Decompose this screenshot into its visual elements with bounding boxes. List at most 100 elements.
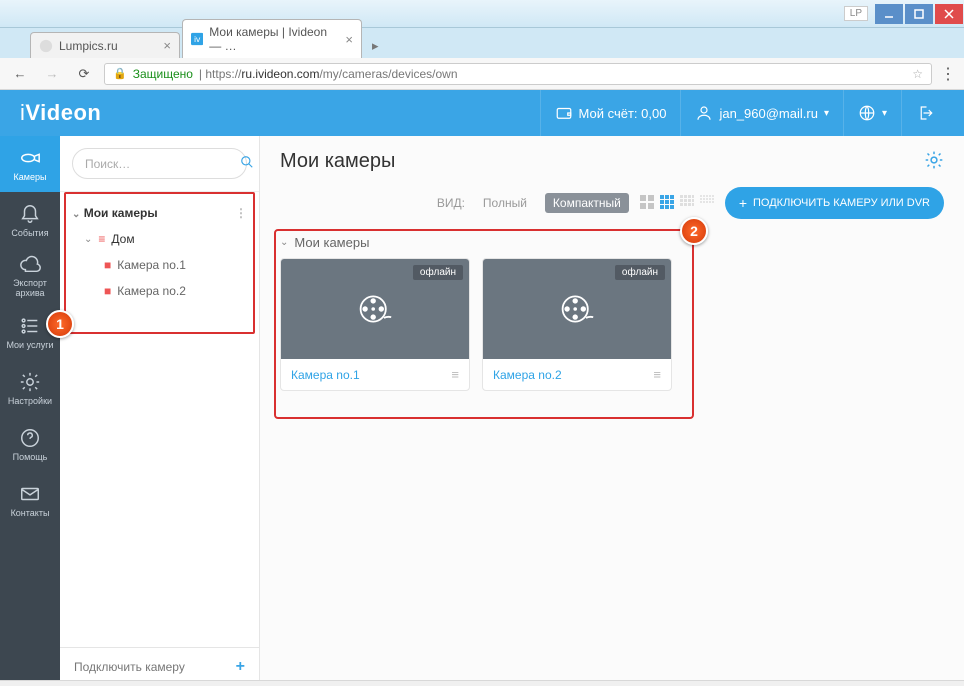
nav-contacts[interactable]: Контакты <box>0 472 60 528</box>
tree-group-label: Дом <box>111 232 134 246</box>
chevron-down-icon: ▾ <box>824 108 829 119</box>
nav-label: Контакты <box>11 508 50 518</box>
window-titlebar: LP <box>0 0 964 28</box>
chevron-down-icon: ⌄ <box>72 209 80 220</box>
view-toolbar: ВИД: Полный Компактный + ПОДКЛЮЧИТЬ КАМЕ… <box>280 187 944 219</box>
logout-icon <box>916 104 934 122</box>
connect-button-label: ПОДКЛЮЧИТЬ КАМЕРУ ИЛИ DVR <box>753 197 930 209</box>
browser-menu-button[interactable]: ⋮ <box>940 64 956 84</box>
search-icon[interactable] <box>240 155 254 172</box>
nav-label: Камеры <box>14 172 47 182</box>
app-header: iVideon Мой счёт: 0,00 jan_960@mail.ru ▾… <box>0 90 964 136</box>
chevron-down-icon: ▾ <box>882 108 887 119</box>
browser-tabbar: Lumpics.ru × iv Мои камеры | Ivideon — …… <box>0 28 964 58</box>
user-email: jan_960@mail.ru <box>719 106 817 121</box>
nav-export[interactable]: Экспорт архива <box>0 248 60 304</box>
page-settings-button[interactable] <box>924 150 944 173</box>
nav-label: Настройки <box>8 396 52 406</box>
annotation-marker-2: 2 <box>680 217 708 245</box>
nav-help[interactable]: Помощь <box>0 416 60 472</box>
camera-card[interactable]: офлайн Камера no.1 ≡ <box>280 258 470 391</box>
nav-reload-button[interactable]: ⟳ <box>72 62 96 86</box>
wallet-icon <box>555 104 573 122</box>
favicon-icon: iv <box>191 32 203 46</box>
nav-forward-button[interactable]: → <box>40 62 64 86</box>
grid-size-icons <box>639 194 715 213</box>
search-input[interactable] <box>85 157 240 171</box>
tree-root-label: Мои камеры <box>84 206 158 220</box>
balance-button[interactable]: Мой счёт: 0,00 <box>540 90 681 136</box>
plus-icon: + <box>739 195 747 211</box>
app: iVideon Мой счёт: 0,00 jan_960@mail.ru ▾… <box>0 90 964 686</box>
nav-label: Помощь <box>13 452 48 462</box>
tree-camera-1[interactable]: ■ Камера no.1 <box>60 252 259 278</box>
nav-events[interactable]: События <box>0 192 60 248</box>
grid-large-icon[interactable] <box>639 194 655 213</box>
window-maximize-button[interactable] <box>905 4 933 24</box>
url-field[interactable]: 🔒 Защищено | https://ru.ivideon.com/my/c… <box>104 63 932 85</box>
nav-label: События <box>11 228 48 238</box>
tree-camera-2[interactable]: ■ Камера no.2 <box>60 278 259 304</box>
lock-icon: 🔒 <box>113 67 127 80</box>
bookmark-star-icon[interactable]: ☆ <box>912 67 923 81</box>
tree-camera-label: Камера no.2 <box>117 284 186 298</box>
camera-name-link[interactable]: Камера no.2 <box>493 368 562 382</box>
card-menu-icon[interactable]: ≡ <box>653 367 661 382</box>
svg-text:iv: iv <box>194 34 201 44</box>
bell-icon <box>19 203 41 225</box>
tree-group-home[interactable]: ⌄ ≡ Дом <box>60 226 259 252</box>
tree-root[interactable]: ⌄ Мои камеры ⋮ <box>60 200 259 226</box>
more-icon[interactable]: ⋮ <box>235 206 247 220</box>
titlebar-tag: LP <box>844 6 868 21</box>
connect-camera-button[interactable]: + ПОДКЛЮЧИТЬ КАМЕРУ ИЛИ DVR <box>725 187 944 219</box>
tab-close-icon[interactable]: × <box>163 38 171 53</box>
nav-label: Мои услуги <box>6 340 53 350</box>
side-panel: 1 ⌄ Мои камеры ⋮ ⌄ ≡ Дом ■ Камера no.1 ■… <box>60 136 260 686</box>
camera-grid-area: 2 ⌄ Мои камеры офлайн Камера no.1 ≡ <box>280 235 944 391</box>
card-menu-icon[interactable]: ≡ <box>451 367 459 382</box>
cloud-icon <box>19 254 41 276</box>
main-area: Мои камеры ВИД: Полный Компактный + <box>260 136 964 686</box>
plus-icon: + <box>236 658 245 676</box>
film-reel-icon <box>357 291 393 327</box>
search-box <box>72 148 247 179</box>
connect-camera-label: Подключить камеру <box>74 660 185 674</box>
window-close-button[interactable] <box>935 4 963 24</box>
grid-small-icon[interactable] <box>679 194 695 213</box>
tab-title: Мои камеры | Ivideon — … <box>209 25 339 53</box>
chevron-down-icon: ⌄ <box>280 237 288 248</box>
grid-xs-icon[interactable] <box>699 194 715 213</box>
camera-tree: 1 ⌄ Мои камеры ⋮ ⌄ ≡ Дом ■ Камера no.1 ■… <box>60 192 259 312</box>
film-reel-icon <box>559 291 595 327</box>
camera-name-link[interactable]: Камера no.1 <box>291 368 360 382</box>
user-menu[interactable]: jan_960@mail.ru ▾ <box>680 90 843 136</box>
camera-icon <box>19 147 41 169</box>
language-button[interactable]: ▾ <box>843 90 901 136</box>
view-compact-option[interactable]: Компактный <box>545 193 629 213</box>
camera-group-header[interactable]: ⌄ Мои камеры <box>280 235 944 250</box>
window-minimize-button[interactable] <box>875 4 903 24</box>
nav-settings[interactable]: Настройки <box>0 360 60 416</box>
logout-button[interactable] <box>901 90 948 136</box>
window-bottom-strip <box>0 680 964 686</box>
status-badge: офлайн <box>413 265 463 280</box>
grid-medium-icon[interactable] <box>659 194 675 213</box>
new-tab-button[interactable]: ▸ <box>364 34 387 58</box>
nav-label: Экспорт архива <box>0 279 60 299</box>
globe-icon <box>858 104 876 122</box>
view-label: ВИД: <box>437 196 465 210</box>
nav-back-button[interactable]: ← <box>8 62 32 86</box>
url-text: | https://ru.ivideon.com/my/cameras/devi… <box>199 67 458 81</box>
chevron-down-icon: ⌄ <box>84 234 92 245</box>
user-icon <box>695 104 713 122</box>
tab-close-icon[interactable]: × <box>345 32 353 47</box>
annotation-marker-1: 1 <box>46 310 74 338</box>
browser-address-bar: ← → ⟳ 🔒 Защищено | https://ru.ivideon.co… <box>0 58 964 90</box>
browser-tab[interactable]: Lumpics.ru × <box>30 32 180 58</box>
view-full-option[interactable]: Полный <box>475 193 535 213</box>
status-badge: офлайн <box>615 265 665 280</box>
browser-tab-active[interactable]: iv Мои камеры | Ivideon — … × <box>182 19 362 58</box>
logo[interactable]: iVideon <box>20 100 101 126</box>
nav-cameras[interactable]: Камеры <box>0 136 60 192</box>
camera-card[interactable]: офлайн Камера no.2 ≡ <box>482 258 672 391</box>
